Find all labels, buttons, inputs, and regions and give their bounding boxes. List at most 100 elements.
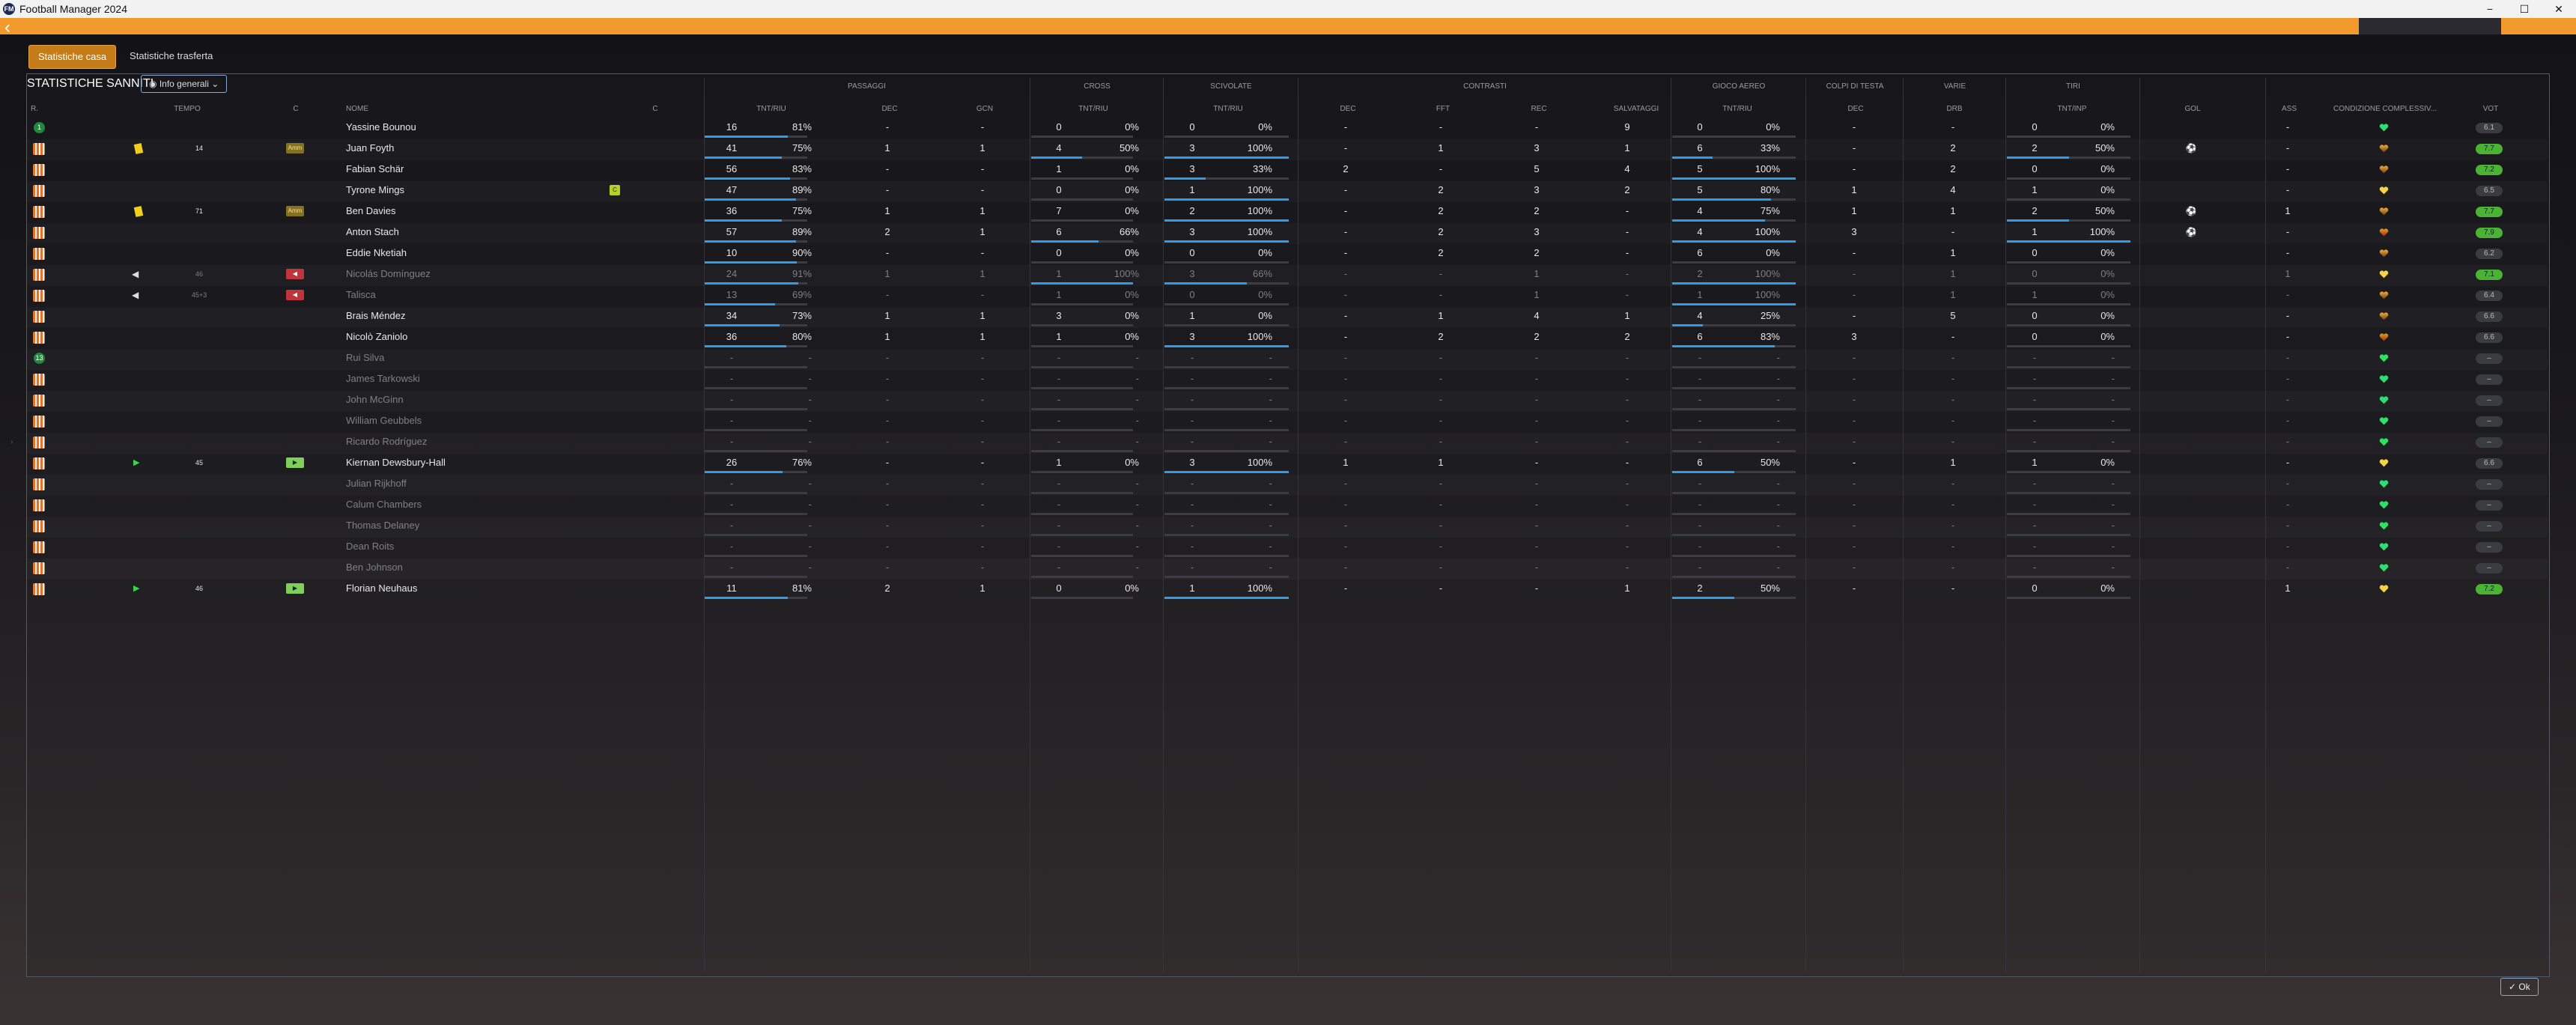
player-name[interactable]: Thomas Delaney xyxy=(346,517,631,538)
player-name[interactable]: Florian Neuhaus xyxy=(346,580,631,600)
tackle-bar xyxy=(1164,177,1289,180)
table-row[interactable]: Nicolò Zaniolo 36 80% 1 1 1 0% 3 100% -2 2 2 6 83% 3-0… xyxy=(27,328,2548,349)
table-row[interactable]: James Tarkowski - - - - - - - - - - - - - - - - - - - – xyxy=(27,370,2548,391)
table-row[interactable]: 13 Rui Silva - - - - - - - - - - - - - - - - - - - – xyxy=(27,349,2548,370)
table-row[interactable]: ◀ 45+3 ◀ Talisca 13 69% - -1 0% 0 0% - -1-1 100% -1 1 0%… xyxy=(27,286,2548,307)
col-header-pass_dec[interactable]: DEC xyxy=(867,105,912,113)
player-name[interactable]: Julian Rijkhoff xyxy=(346,475,631,496)
col-header-cond[interactable]: CONDIZIONE COMPLESSIV... xyxy=(2329,105,2441,113)
table-row[interactable]: Ben Johnson - - - - - - - - - - - - - - - - - - - – xyxy=(27,559,2548,580)
minimize-button[interactable]: − xyxy=(2473,0,2507,18)
table-row[interactable]: Brais Méndez 34 73% 1 1 3 0% 1 0% -1 4 1 4 25% -5 0 0% -6… xyxy=(27,307,2548,328)
cross-bar xyxy=(1031,282,1133,285)
assists: - xyxy=(2285,352,2290,363)
player-name[interactable]: Ben Davies xyxy=(346,202,631,223)
shots-bar xyxy=(2007,345,2130,347)
player-name[interactable]: Tyrone Mings xyxy=(346,181,631,202)
col-header-contr_rec[interactable]: REC xyxy=(1516,105,1561,113)
player-name[interactable]: Nicolò Zaniolo xyxy=(346,328,631,349)
match-rating: 6.6 xyxy=(2476,332,2503,343)
shots-bar xyxy=(2007,597,2130,599)
table-row[interactable]: Dean Roits - - - - - - - - - - - - - - - - - - - – xyxy=(27,538,2548,559)
goal-ball-icon: ⚽ xyxy=(2185,206,2197,216)
tackle-bar xyxy=(1164,576,1289,578)
table-row[interactable]: Ricardo Rodríguez - - - - - - - - - - - - - - - - - - - – xyxy=(27,433,2548,454)
tackle-bar xyxy=(1164,597,1289,599)
col-header-pass_tnt[interactable]: TNT/RIU xyxy=(734,105,809,113)
player-name[interactable]: Eddie Nketiah xyxy=(346,244,631,265)
player-name[interactable]: Anton Stach xyxy=(346,223,631,244)
pass-bar xyxy=(704,303,807,305)
col-header-pass_gcn[interactable]: GCN xyxy=(962,105,1007,113)
contr-salv: - xyxy=(1625,289,1629,300)
match-rating: 6.6 xyxy=(2476,311,2503,322)
player-name[interactable]: Nicolás Domínguez xyxy=(346,265,631,286)
player-name[interactable]: Juan Foyth xyxy=(346,139,631,160)
table-row[interactable]: Eddie Nketiah 10 90% - -0 0% 0 0% -2 2-6 0% -1 0 0% -6… xyxy=(27,244,2548,265)
table-row[interactable]: Calum Chambers - - - - - - - - - - - - - - - - - - - – xyxy=(27,496,2548,517)
table-row[interactable]: Fabian Schär 56 83% - -1 0% 3 33% 2-5 4 5 100% -2 0 0%… xyxy=(27,160,2548,181)
col-header-testa_dec[interactable]: DEC xyxy=(1833,105,1878,113)
cross-bar xyxy=(1031,408,1133,410)
table-row[interactable]: Anton Stach 57 89% 2 1 6 66% 3 100% -2 3-4 100% 3-1 1… xyxy=(27,223,2548,244)
maximize-button[interactable]: ☐ xyxy=(2507,0,2542,18)
table-row[interactable]: ◀ 46 ◀ Nicolás Domínguez 24 91% 1 1 1 100% 3 66% - -1… xyxy=(27,265,2548,286)
player-name[interactable]: Ben Johnson xyxy=(346,559,631,580)
pass-gcn: - xyxy=(980,352,985,363)
player-name[interactable]: Ricardo Rodríguez xyxy=(346,433,631,454)
table-row[interactable]: 14 Amm Juan Foyth 41 75% 1 1 4 50% 3 100% -1 3 1 6 33% -… xyxy=(27,139,2548,160)
col-header-aereo_tnt[interactable]: TNT/RIU xyxy=(1700,105,1775,113)
close-button[interactable]: ✕ xyxy=(2542,0,2576,18)
table-row[interactable]: Thomas Delaney - - - - - - - - - - - - - - - - - - - – xyxy=(27,517,2548,538)
contr-salv: 1 xyxy=(1624,142,1630,153)
player-name[interactable]: Yassine Bounou xyxy=(346,118,631,139)
contr-fft: - xyxy=(1439,163,1443,174)
col-header-c[interactable]: C xyxy=(285,105,307,113)
player-name[interactable]: John McGinn xyxy=(346,391,631,412)
tab-home-stats[interactable]: Statistiche casa xyxy=(28,45,117,69)
condition-heart-icon xyxy=(2379,207,2389,216)
table-row[interactable]: 1 Yassine Bounou 16 81% - -0 0% 0 0% - - -9 0 0% - -0 0%… xyxy=(27,118,2548,139)
col-header-nome[interactable]: NOME xyxy=(346,105,421,113)
player-name[interactable]: Calum Chambers xyxy=(346,496,631,517)
contr-rec: 3 xyxy=(1534,142,1540,153)
table-row[interactable]: Julian Rijkhoff - - - - - - - - - - - - - - - - - - - – xyxy=(27,475,2548,496)
col-header-tempo[interactable]: TEMPO xyxy=(168,105,206,113)
table-row[interactable]: William Geubbels - - - - - - - - - - - - - - - - - - - – xyxy=(27,412,2548,433)
match-rating: – xyxy=(2476,395,2503,406)
col-header-gol[interactable]: GOL xyxy=(2170,105,2215,113)
col-header-c2[interactable]: C xyxy=(644,105,666,113)
col-header-contr_salv[interactable]: SALVATAGGI xyxy=(1603,105,1670,113)
player-name[interactable]: Dean Roits xyxy=(346,538,631,559)
table-row[interactable]: ▶ 46 ▶ Florian Neuhaus 11 81% 2 1 0 0% 1 100% - - -1 2 5… xyxy=(27,580,2548,600)
dribbles: - xyxy=(1951,520,1955,531)
col-header-contr_fft[interactable]: FFT xyxy=(1421,105,1465,113)
contr-fft: 1 xyxy=(1438,142,1444,153)
player-name[interactable]: Kiernan Dewsbury-Hall xyxy=(346,454,631,475)
player-name[interactable]: William Geubbels xyxy=(346,412,631,433)
player-name[interactable]: Fabian Schär xyxy=(346,160,631,181)
col-header-tiri_tnt[interactable]: TNT/INP xyxy=(2035,105,2109,113)
col-header-vot[interactable]: VOT xyxy=(2468,105,2513,113)
player-name[interactable]: James Tarkowski xyxy=(346,370,631,391)
table-row[interactable]: John McGinn - - - - - - - - - - - - - - - - - - - – xyxy=(27,391,2548,412)
table-row[interactable]: ▶ 45 ▶ Kiernan Dewsbury-Hall 26 76% - -1 0% 3 100%… xyxy=(27,454,2548,475)
player-name[interactable]: Talisca xyxy=(346,286,631,307)
col-header-varie_drb[interactable]: DRB xyxy=(1932,105,1977,113)
player-name[interactable]: Brais Méndez xyxy=(346,307,631,328)
info-dropdown-button[interactable]: ◉ Info generali ⌄ xyxy=(141,75,228,93)
col-header-ass[interactable]: ASS xyxy=(2267,105,2312,113)
table-row[interactable]: Tyrone Mings C 47 89% - -0 0% 1 100% -2 3 2 5 80% 1 4 1 0… xyxy=(27,181,2548,202)
tab-away-stats[interactable]: Statistiche trasferta xyxy=(121,45,222,67)
col-header-sciv_tnt[interactable]: TNT/RIU xyxy=(1191,105,1266,113)
header-dec: - xyxy=(1852,541,1856,552)
player-name[interactable]: Rui Silva xyxy=(346,349,631,370)
ok-button[interactable]: ✓ Ok xyxy=(2500,978,2539,996)
condition-heart-icon xyxy=(2379,354,2389,362)
side-arrow-icon[interactable]: › xyxy=(10,438,13,446)
assists: - xyxy=(2285,394,2290,405)
col-header-cross_tnt[interactable]: TNT/RIU xyxy=(1056,105,1131,113)
table-row[interactable]: 71 Amm Ben Davies 36 75% 1 1 7 0% 2 100% -2 2-4 75% 1 1… xyxy=(27,202,2548,223)
col-header-pos[interactable]: R. xyxy=(27,105,42,113)
col-header-contr_dec[interactable]: DEC xyxy=(1325,105,1370,113)
